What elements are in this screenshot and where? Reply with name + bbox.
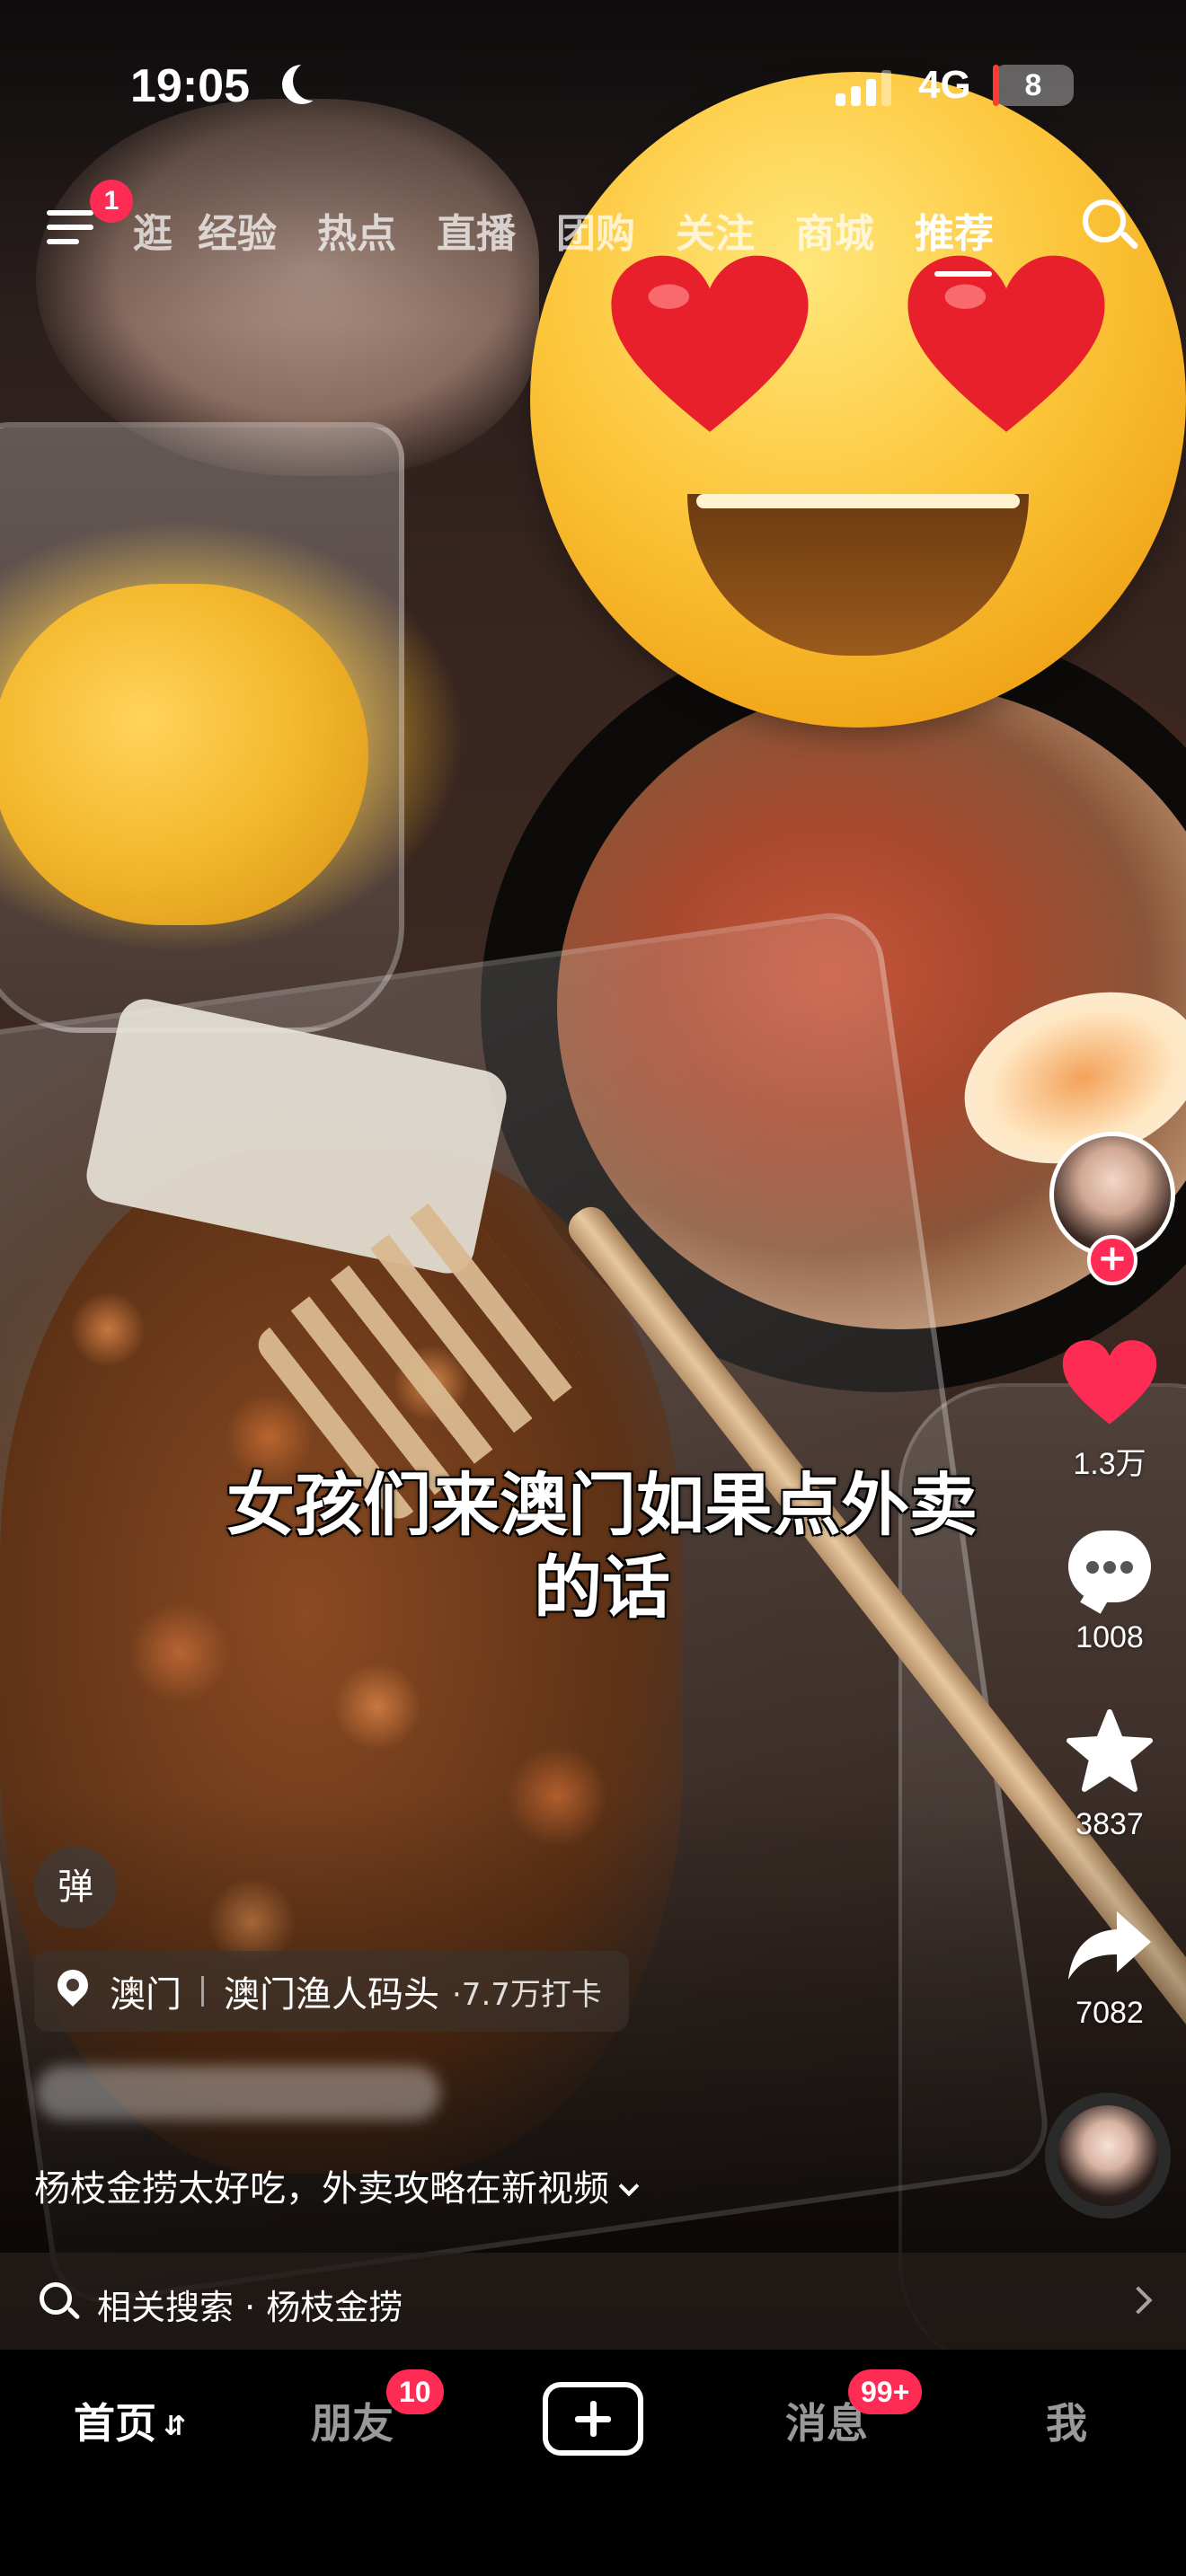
tab-partial[interactable]: 逛 bbox=[133, 201, 173, 259]
tab-mall[interactable]: 商城 bbox=[795, 201, 874, 259]
video-caption-line2: 的话 bbox=[534, 1548, 670, 1628]
comment-button[interactable]: 1008 bbox=[1042, 1527, 1177, 1655]
video-description[interactable]: 杨枝金捞太好吃，外卖攻略在新视频 bbox=[34, 2159, 640, 2211]
status-bar: 19:05 4G 8 bbox=[0, 0, 1186, 171]
comment-count: 1008 bbox=[1075, 1620, 1144, 1654]
tab-friends[interactable]: 朋友 bbox=[311, 2391, 394, 2450]
share-arrow-icon bbox=[1068, 1911, 1151, 1980]
tab-recommend[interactable]: 推荐 bbox=[915, 201, 994, 277]
star-icon bbox=[1067, 1709, 1153, 1792]
related-search-text: 相关搜索 · 杨枝金捞 bbox=[97, 2288, 403, 2327]
location-city: 澳门 bbox=[110, 1974, 181, 2016]
search-icon bbox=[40, 2282, 81, 2324]
top-nav: 1 逛 经验 热点 直播 团购 关注 商城 推荐 bbox=[0, 180, 1186, 278]
status-time: 19:05 bbox=[130, 60, 250, 112]
tab-live[interactable]: 直播 bbox=[437, 201, 516, 259]
video-custard bbox=[0, 584, 368, 925]
menu-badge: 1 bbox=[90, 180, 133, 223]
tab-group-buy[interactable]: 团购 bbox=[556, 201, 635, 259]
tab-experience[interactable]: 经验 bbox=[198, 201, 277, 259]
author-name-blurred[interactable] bbox=[36, 2066, 440, 2120]
tab-me[interactable]: 我 bbox=[1046, 2391, 1087, 2450]
create-button[interactable] bbox=[543, 2382, 643, 2456]
bottom-tab-bar: 首页 ⇵ 朋友 10 消息 99+ 我 bbox=[0, 2350, 1186, 2576]
follow-button[interactable]: + bbox=[1087, 1235, 1137, 1285]
chevron-down-icon bbox=[618, 2175, 640, 2197]
tab-hot[interactable]: 热点 bbox=[317, 201, 396, 259]
signal-icon bbox=[836, 70, 895, 106]
danmaku-button[interactable]: 弹 bbox=[34, 1846, 117, 1928]
favorite-count: 3837 bbox=[1075, 1807, 1144, 1841]
favorite-button[interactable]: 3837 bbox=[1042, 1707, 1177, 1842]
share-count: 7082 bbox=[1075, 1996, 1144, 2030]
location-checkins: ·7.7万打卡 bbox=[452, 1976, 602, 2013]
chevron-right-icon bbox=[1124, 2286, 1153, 2315]
friends-badge: 10 bbox=[386, 2369, 444, 2414]
network-label: 4G bbox=[918, 63, 971, 107]
video-caption-line1: 女孩们来澳门如果点外卖 bbox=[226, 1465, 978, 1545]
heart-icon bbox=[611, 255, 809, 432]
top-tabs: 经验 热点 直播 团购 关注 商城 推荐 bbox=[198, 201, 994, 277]
share-button[interactable]: 7082 bbox=[1042, 1904, 1177, 2031]
video-caption: 女孩们来澳门如果点外卖 的话 bbox=[162, 1464, 1042, 1629]
location-chip[interactable]: 澳门 澳门渔人码头 ·7.7万打卡 bbox=[34, 1951, 629, 2032]
location-divider bbox=[201, 1976, 204, 2007]
heart-icon bbox=[1062, 1340, 1157, 1425]
related-search-bar[interactable]: 相关搜索 · 杨枝金捞 bbox=[0, 2253, 1186, 2351]
search-icon[interactable] bbox=[1083, 199, 1139, 255]
like-button[interactable]: 1.3万 bbox=[1042, 1338, 1177, 1483]
music-disc[interactable] bbox=[1045, 2093, 1171, 2219]
tab-following[interactable]: 关注 bbox=[676, 201, 755, 259]
description-text: 杨枝金捞太好吃，外卖攻略在新视频 bbox=[34, 2168, 609, 2210]
moon-icon bbox=[293, 61, 332, 101]
refresh-icon: ⇵ bbox=[164, 2411, 187, 2442]
tab-home[interactable]: 首页 ⇵ bbox=[74, 2391, 186, 2450]
like-count: 1.3万 bbox=[1073, 1447, 1146, 1481]
tab-home-label: 首页 bbox=[74, 2399, 156, 2448]
heart-icon bbox=[907, 255, 1105, 432]
battery-icon: 8 bbox=[993, 65, 1074, 106]
messages-badge: 99+ bbox=[848, 2369, 923, 2414]
battery-percent: 8 bbox=[1024, 68, 1042, 102]
comment-icon bbox=[1065, 1527, 1155, 1614]
location-pin-icon bbox=[50, 1963, 95, 2013]
emoji-mouth bbox=[687, 494, 1029, 656]
location-place: 澳门渔人码头 bbox=[224, 1974, 439, 2016]
